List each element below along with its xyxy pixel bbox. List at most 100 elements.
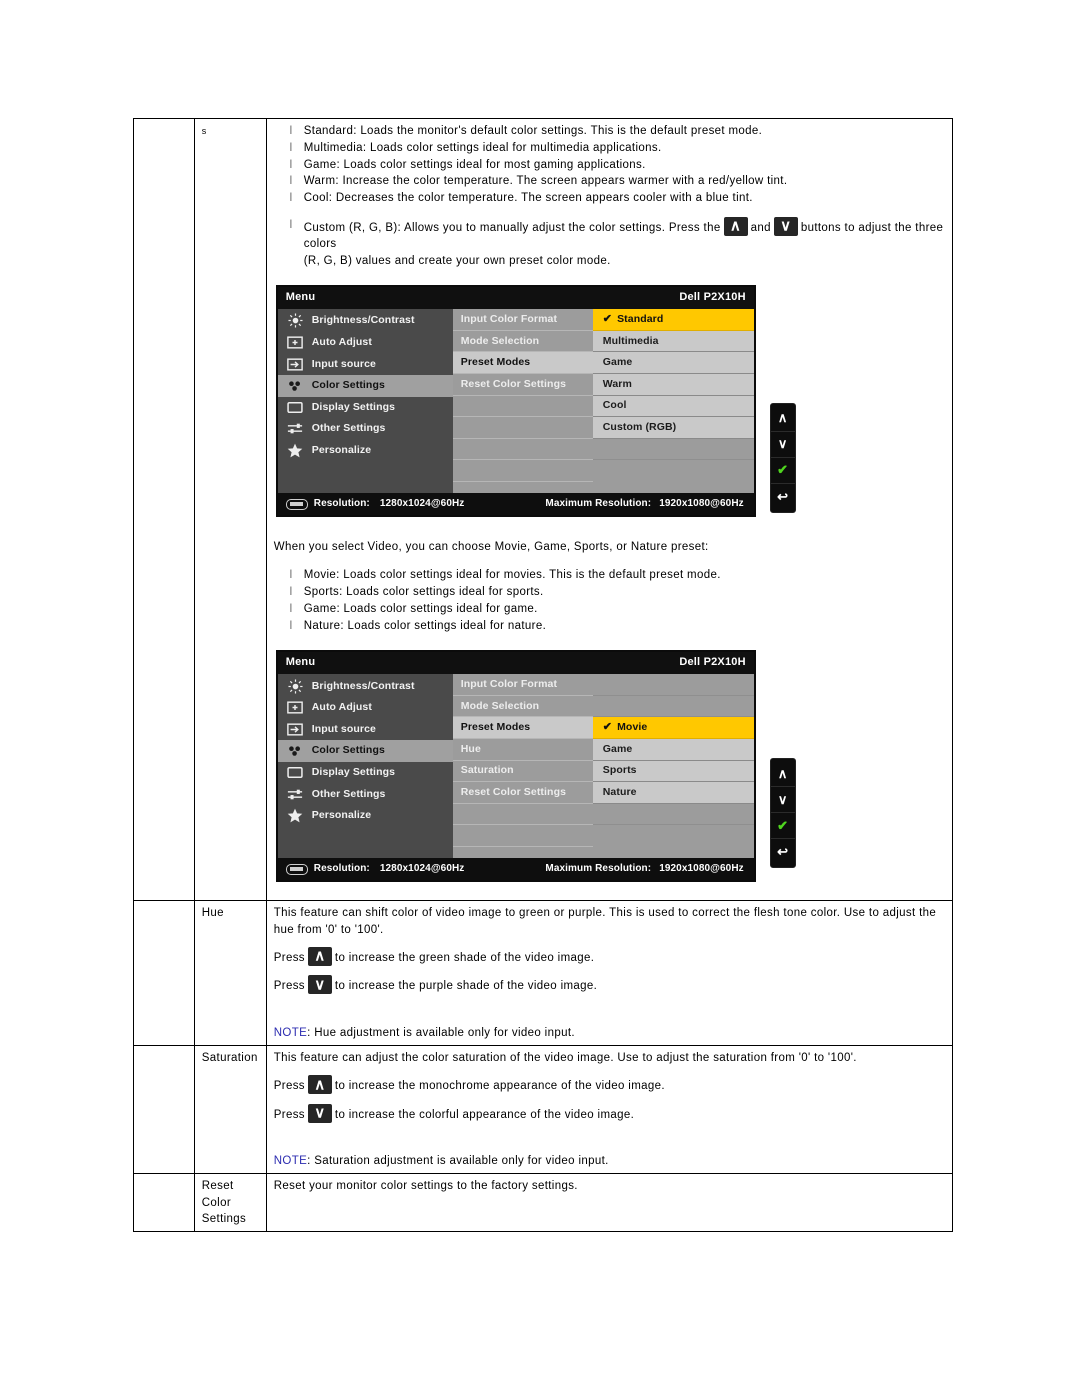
saturation-note: NOTE: Saturation adjustment is available… — [274, 1153, 946, 1169]
input-source-icon — [287, 722, 304, 737]
cell-group-col — [133, 900, 195, 1046]
list-item: Multimedia: Loads color settings ideal f… — [274, 140, 946, 156]
sidebar-item-label: Auto Adjust — [311, 336, 372, 349]
osd-sidebar: Brightness/Contrast Auto Adjust Input so… — [277, 674, 453, 859]
note-tag: NOTE — [273, 1154, 308, 1167]
submenu-item-warm[interactable]: Warm — [592, 373, 754, 396]
menu-item-mode-selection[interactable]: Mode Selection — [452, 696, 593, 718]
col-marker-s: s — [201, 126, 207, 136]
sidebar-item-label: Brightness/Contrast — [311, 679, 415, 692]
note-tag: NOTE — [273, 1026, 308, 1039]
sidebar-item-auto-adjust[interactable]: Auto Adjust — [278, 332, 453, 354]
menu-item-input-color-format[interactable]: Input Color Format — [452, 674, 593, 696]
hue-note: NOTE: Hue adjustment is available only f… — [274, 1025, 946, 1041]
submenu-item-cool[interactable]: Cool — [592, 395, 754, 418]
personalize-star-icon — [287, 443, 304, 458]
osd-submenu-column: ✔ Movie Game Sports Nature — [592, 674, 754, 859]
submenu-item-multimedia[interactable]: Multimedia — [592, 330, 754, 353]
monitor-icon — [285, 863, 308, 875]
up-button[interactable]: ∧ — [770, 406, 795, 433]
submenu-item-movie[interactable]: ✔ Movie — [592, 717, 754, 740]
back-button[interactable]: ↩ — [771, 839, 795, 865]
osd-model-label: Dell P2X10H — [679, 291, 746, 304]
resolution-label: Resolution: — [313, 498, 370, 510]
note-text: : Hue adjustment is available only for v… — [307, 1026, 575, 1039]
color-settings-icon — [287, 378, 304, 393]
video-preset-intro: When you select Video, you can choose Mo… — [273, 541, 709, 554]
display-settings-icon — [287, 765, 304, 780]
menu-item-preset-modes[interactable]: Preset Modes — [452, 352, 593, 374]
custom-rgb-text-part1: Custom (R, G, B): Allows you to manually… — [303, 221, 721, 234]
sidebar-item-auto-adjust[interactable]: Auto Adjust — [278, 697, 453, 719]
up-button[interactable]: ∧ — [770, 761, 795, 788]
sidebar-item-brightness-contrast[interactable]: Brightness/Contrast — [278, 310, 453, 332]
osd-body: Brightness/Contrast Auto Adjust Input so… — [277, 309, 754, 494]
down-button[interactable]: ∨ — [770, 432, 795, 459]
resolution-value: 1280x1024@60Hz — [379, 863, 465, 875]
menu-item-reset-color-settings[interactable]: Reset Color Settings — [452, 374, 593, 396]
ok-button[interactable]: ✔ — [770, 458, 795, 485]
sidebar-item-display-settings[interactable]: Display Settings — [278, 762, 453, 784]
submenu-item-label: Standard — [617, 312, 664, 325]
sidebar-item-other-settings[interactable]: Other Settings — [278, 783, 453, 805]
other-settings-icon — [287, 421, 304, 436]
sidebar-item-other-settings[interactable]: Other Settings — [278, 418, 453, 440]
input-source-icon — [287, 357, 304, 372]
menu-item-blank — [452, 417, 593, 439]
resolution-value: 1280x1024@60Hz — [379, 498, 465, 510]
osd-middle-column: Input Color Format Mode Selection Preset… — [452, 309, 593, 494]
menu-item-blank — [452, 396, 593, 418]
ok-button[interactable]: ✔ — [770, 813, 795, 840]
sidebar-item-brightness-contrast[interactable]: Brightness/Contrast — [278, 675, 453, 697]
menu-item-hue[interactable]: Hue — [452, 739, 593, 761]
menu-item-reset-color-settings[interactable]: Reset Color Settings — [452, 782, 593, 804]
press-suffix: to increase the monochrome appearance of… — [334, 1080, 665, 1093]
table-row: Saturation This feature can adjust the c… — [133, 1044, 954, 1175]
submenu-blank — [592, 438, 754, 461]
submenu-item-game[interactable]: Game — [592, 352, 754, 374]
resolution-group: Resolution: 1280x1024@60Hz — [285, 497, 465, 511]
osd-status-bar: Resolution: 1280x1024@60Hz Maximum Resol… — [277, 493, 754, 516]
submenu-item-nature[interactable]: Nature — [592, 782, 754, 804]
sidebar-item-label: Display Settings — [311, 400, 396, 413]
sidebar-item-personalize[interactable]: Personalize — [278, 440, 453, 462]
press-suffix: to increase the colorful appearance of t… — [334, 1108, 635, 1121]
submenu-item-label: Cool — [602, 399, 627, 412]
press-suffix: to increase the green shade of the video… — [334, 951, 595, 964]
list-item: Warm: Increase the color temperature. Th… — [274, 173, 946, 189]
menu-item-saturation[interactable]: Saturation — [452, 761, 593, 783]
submenu-item-label: Warm — [602, 377, 632, 390]
sidebar-item-color-settings[interactable]: Color Settings — [277, 374, 453, 397]
down-button[interactable]: ∨ — [770, 787, 795, 814]
submenu-item-custom-rgb[interactable]: Custom (RGB) — [592, 417, 754, 439]
sidebar-item-label: Input source — [311, 722, 376, 735]
menu-item-mode-selection[interactable]: Mode Selection — [452, 331, 593, 353]
press-prefix: Press — [273, 951, 305, 964]
submenu-item-label: Nature — [602, 786, 637, 799]
cell-feature-name: s — [193, 117, 267, 902]
sidebar-item-display-settings[interactable]: Display Settings — [278, 397, 453, 419]
menu-item-input-color-format[interactable]: Input Color Format — [452, 309, 593, 331]
osd-sidebar: Brightness/Contrast Auto Adjust Input so… — [277, 309, 453, 494]
cell-group-col — [133, 117, 195, 902]
press-suffix: to increase the purple shade of the vide… — [334, 980, 598, 993]
check-icon: ✔ — [602, 720, 613, 733]
sidebar-item-input-source[interactable]: Input source — [278, 718, 453, 740]
submenu-item-game[interactable]: Game — [592, 739, 754, 761]
menu-item-preset-modes[interactable]: Preset Modes — [452, 717, 593, 740]
cell-feature-name: Reset Color Settings — [193, 1173, 267, 1233]
list-item: Movie: Loads color settings ideal for mo… — [274, 567, 946, 583]
menu-item-blank — [452, 804, 593, 826]
color-settings-icon — [287, 743, 304, 758]
submenu-item-standard[interactable]: ✔ Standard — [592, 309, 754, 331]
back-button[interactable]: ↩ — [771, 484, 795, 510]
submenu-item-sports[interactable]: Sports — [592, 760, 754, 783]
sidebar-item-color-settings[interactable]: Color Settings — [277, 740, 453, 762]
press-prefix: Press — [273, 980, 305, 993]
sidebar-item-input-source[interactable]: Input source — [278, 353, 453, 375]
brightness-icon — [287, 313, 304, 328]
resolution-label: Resolution: — [313, 863, 370, 875]
osd-window: Menu Dell P2X10H Brightness/Contrast Aut… — [275, 285, 756, 518]
hue-press-up-line: Press to increase the green shade of the … — [273, 946, 946, 966]
sidebar-item-personalize[interactable]: Personalize — [278, 805, 453, 827]
